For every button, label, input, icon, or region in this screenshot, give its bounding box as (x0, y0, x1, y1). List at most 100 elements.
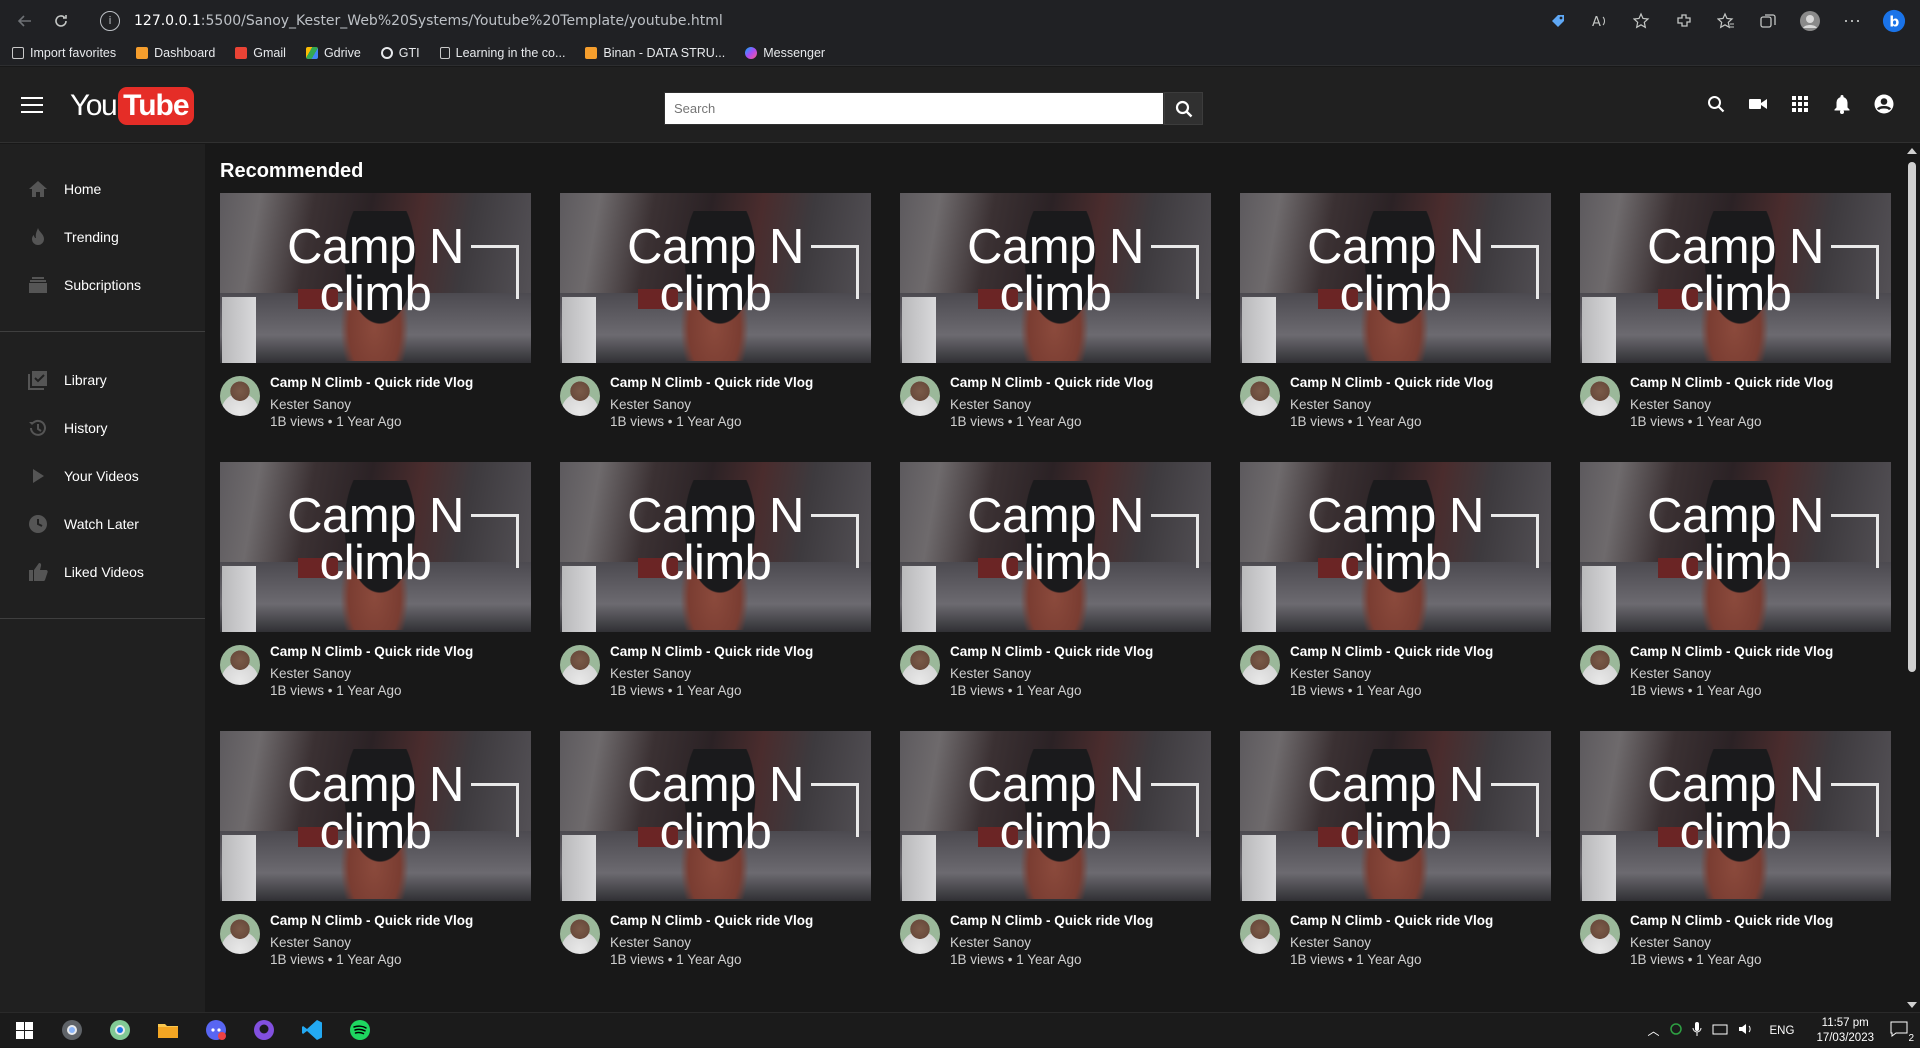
channel-name[interactable]: Kester Sanoy (610, 666, 691, 681)
channel-name[interactable]: Kester Sanoy (270, 397, 351, 412)
channel-avatar[interactable] (900, 376, 940, 416)
video-title[interactable]: Camp N Climb - Quick ride Vlog (610, 644, 813, 659)
channel-avatar[interactable] (900, 645, 940, 685)
video-thumbnail[interactable]: Camp Nclimb (1240, 731, 1551, 901)
sidebar-item-library[interactable]: Library (0, 356, 205, 404)
scrollbar-thumb[interactable] (1908, 162, 1916, 672)
profile-avatar-icon[interactable] (1798, 9, 1822, 33)
video-title[interactable]: Camp N Climb - Quick ride Vlog (610, 375, 813, 390)
search-input[interactable] (664, 92, 1164, 125)
channel-avatar[interactable] (1580, 914, 1620, 954)
video-thumbnail[interactable]: Camp Nclimb (900, 193, 1211, 363)
channel-name[interactable]: Kester Sanoy (270, 935, 351, 950)
channel-avatar[interactable] (1240, 376, 1280, 416)
channel-avatar[interactable] (900, 914, 940, 954)
channel-name[interactable]: Kester Sanoy (1630, 935, 1711, 950)
video-thumbnail[interactable]: Camp Nclimb (900, 731, 1211, 901)
video-thumbnail[interactable]: Camp Nclimb (220, 193, 531, 363)
channel-avatar[interactable] (220, 914, 260, 954)
video-title[interactable]: Camp N Climb - Quick ride Vlog (1290, 375, 1493, 390)
video-card[interactable]: Camp Nclimb Camp N Climb - Quick ride Vlo… (1580, 193, 1891, 435)
video-title[interactable]: Camp N Climb - Quick ride Vlog (1290, 913, 1493, 928)
channel-name[interactable]: Kester Sanoy (270, 666, 351, 681)
channel-name[interactable]: Kester Sanoy (1290, 666, 1371, 681)
channel-name[interactable]: Kester Sanoy (950, 397, 1031, 412)
video-card[interactable]: Camp Nclimb Camp N Climb - Quick ride Vlo… (900, 462, 1211, 704)
clock[interactable]: 11:57 pm 17/03/2023 (1816, 1016, 1874, 1046)
file-explorer-icon[interactable] (144, 1013, 192, 1048)
search-icon[interactable] (1706, 94, 1726, 114)
video-card[interactable]: Camp NclimbCamp N Climb - Quick ride Vlo… (560, 731, 871, 973)
search-button[interactable] (1164, 92, 1203, 125)
sidebar-item-history[interactable]: History (0, 404, 205, 452)
video-title[interactable]: Camp N Climb - Quick ride Vlog (950, 913, 1153, 928)
volume-icon[interactable] (1738, 1022, 1754, 1039)
video-thumbnail[interactable]: Camp Nclimb (560, 193, 871, 363)
video-title[interactable]: Camp N Climb - Quick ride Vlog (950, 644, 1153, 659)
video-card[interactable]: Camp NclimbCamp N Climb - Quick ride Vlo… (220, 731, 531, 973)
video-title[interactable]: Camp N Climb - Quick ride Vlog (270, 375, 473, 390)
video-card[interactable]: Camp NclimbCamp N Climb - Quick ride Vlo… (1580, 462, 1891, 704)
extensions-icon[interactable] (1672, 9, 1696, 33)
video-card[interactable]: Camp Nclimb Camp N Climb - Quick ride Vlo… (560, 462, 871, 704)
sidebar-item-your-videos[interactable]: Your Videos (0, 452, 205, 500)
back-icon[interactable] (10, 6, 40, 36)
wifi-icon[interactable] (1712, 1022, 1728, 1039)
favorites-icon[interactable] (1714, 9, 1738, 33)
extension-tag-icon[interactable] (1546, 9, 1570, 33)
reload-icon[interactable] (46, 6, 76, 36)
video-card[interactable]: Camp NclimbCamp N Climb - Quick ride Vlo… (1240, 462, 1551, 704)
channel-name[interactable]: Kester Sanoy (950, 935, 1031, 950)
video-thumbnail[interactable]: Camp Nclimb (220, 731, 531, 901)
scroll-down-arrow-icon[interactable] (1907, 1002, 1917, 1008)
bookmark-learning[interactable]: Learning in the co... (440, 46, 566, 60)
bookmark-gdrive[interactable]: Gdrive (306, 46, 361, 60)
bookmark-gti[interactable]: GTI (381, 46, 420, 60)
vscode-icon[interactable] (288, 1013, 336, 1048)
video-title[interactable]: Camp N Climb - Quick ride Vlog (1630, 913, 1833, 928)
add-favorite-icon[interactable] (1630, 9, 1654, 33)
bookmark-dashboard[interactable]: Dashboard (136, 46, 215, 60)
chrome-profile-icon[interactable] (96, 1013, 144, 1048)
youtube-logo[interactable]: You Tube (70, 87, 194, 125)
video-camera-icon[interactable] (1748, 94, 1768, 114)
video-title[interactable]: Camp N Climb - Quick ride Vlog (1630, 375, 1833, 390)
video-title[interactable]: Camp N Climb - Quick ride Vlog (610, 913, 813, 928)
network-status-icon[interactable] (1670, 1023, 1682, 1038)
video-card[interactable]: Camp Nclimb Camp N Climb - Quick ride Vlo… (1240, 731, 1551, 973)
video-card[interactable]: Camp Nclimb Camp N Climb - Quick ride Vlo… (220, 193, 531, 435)
video-thumbnail[interactable]: Camp Nclimb (220, 462, 531, 632)
channel-name[interactable]: Kester Sanoy (1290, 935, 1371, 950)
video-card[interactable]: Camp Nclimb Camp N Climb - Quick ride Vlo… (1240, 193, 1551, 435)
video-card[interactable]: Camp Nclimb Camp N Climb - Quick ride Vlo… (900, 731, 1211, 973)
channel-name[interactable]: Kester Sanoy (610, 935, 691, 950)
channel-avatar[interactable] (1580, 645, 1620, 685)
channel-avatar[interactable] (220, 645, 260, 685)
sidebar-item-subscriptions[interactable]: Subcriptions (0, 261, 205, 309)
video-thumbnail[interactable]: Camp Nclimb (560, 462, 871, 632)
collections-icon[interactable] (1756, 9, 1780, 33)
bookmark-messenger[interactable]: Messenger (745, 46, 825, 60)
bell-icon[interactable] (1832, 94, 1852, 114)
video-title[interactable]: Camp N Climb - Quick ride Vlog (1630, 644, 1833, 659)
sidebar-item-liked-videos[interactable]: Liked Videos (0, 548, 205, 596)
account-icon[interactable] (1874, 94, 1894, 114)
read-aloud-icon[interactable]: A (1588, 9, 1612, 33)
video-thumbnail[interactable]: Camp Nclimb (1240, 462, 1551, 632)
video-thumbnail[interactable]: Camp Nclimb (1580, 193, 1891, 363)
video-card[interactable]: Camp Nclimb Camp N Climb - Quick ride Vlo… (220, 462, 531, 704)
chevron-up-icon[interactable]: ︿ (1648, 1022, 1660, 1039)
windows-start-icon[interactable] (0, 1013, 48, 1048)
video-thumbnail[interactable]: Camp Nclimb (1580, 731, 1891, 901)
site-info-icon[interactable]: i (100, 11, 120, 31)
scroll-up-arrow-icon[interactable] (1907, 148, 1917, 154)
video-thumbnail[interactable]: Camp Nclimb (1240, 193, 1551, 363)
microphone-icon[interactable] (1692, 1022, 1702, 1039)
bing-copilot-icon[interactable]: b (1882, 9, 1906, 33)
sidebar-item-trending[interactable]: Trending (0, 213, 205, 261)
video-title[interactable]: Camp N Climb - Quick ride Vlog (270, 644, 473, 659)
more-options-icon[interactable]: ··· (1840, 9, 1864, 33)
video-thumbnail[interactable]: Camp Nclimb (900, 462, 1211, 632)
address-bar[interactable]: i 127.0.0.1:5500/Sanoy_Kester_Web%20Syst… (100, 6, 1546, 36)
apps-grid-icon[interactable] (1790, 94, 1810, 114)
